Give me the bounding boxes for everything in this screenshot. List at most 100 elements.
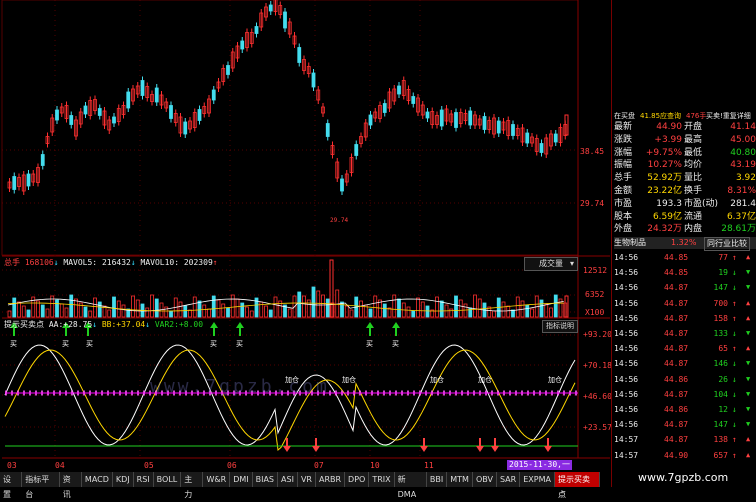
tab-16[interactable]: 新DMA bbox=[394, 472, 427, 499]
trade-price: 44.87 bbox=[664, 344, 689, 354]
volume-bar bbox=[188, 309, 192, 318]
quote-header-right[interactable]: 买卖!重复详细 bbox=[706, 111, 751, 122]
volume-bar bbox=[530, 308, 534, 318]
sector-row[interactable]: 生物制品 1.32% 同行业比较 bbox=[614, 237, 756, 251]
trade-volume: 65 bbox=[718, 344, 728, 354]
down-arrow-icon: ↓ bbox=[732, 268, 737, 278]
trade-flag: ▼ bbox=[746, 283, 751, 292]
tab-10[interactable]: BIAS bbox=[252, 472, 279, 487]
volume-bar bbox=[59, 303, 64, 318]
volume-bar bbox=[169, 310, 173, 318]
quote-label: 市盈(动) bbox=[684, 198, 719, 209]
tab-3[interactable]: MACD bbox=[81, 472, 113, 487]
tab-1[interactable]: 指标平台 bbox=[22, 472, 60, 499]
tab-17[interactable]: BBI bbox=[426, 472, 448, 487]
volume-bar bbox=[230, 294, 235, 318]
sector-compare-button[interactable]: 同行业比较 bbox=[704, 237, 750, 251]
quote-label: 振幅 bbox=[614, 160, 633, 171]
volume-bar bbox=[197, 300, 202, 318]
quote-header-left: 在买盘 bbox=[614, 112, 635, 120]
add-position-label: 加仓 bbox=[478, 376, 492, 384]
tab-2[interactable]: 资讯 bbox=[59, 472, 82, 499]
tab-9[interactable]: DMI bbox=[230, 472, 253, 487]
quote-header-vol: 476手 bbox=[686, 112, 707, 120]
tab-0[interactable]: 设置 bbox=[0, 472, 23, 499]
volume-bar bbox=[425, 305, 430, 318]
volume-bar bbox=[411, 310, 416, 318]
indicator-help-button[interactable]: 指标说明 bbox=[542, 320, 578, 333]
trade-time: 14:56 bbox=[614, 405, 639, 414]
candle-body bbox=[268, 4, 273, 12]
quote-row: 市盈 193.3 市盈(动) 281.4 bbox=[614, 199, 756, 210]
volume-bar bbox=[226, 307, 230, 318]
candle-body bbox=[340, 178, 344, 192]
quote-row: 股本 6.59亿 流通 6.37亿 bbox=[614, 212, 756, 223]
trade-time: 14:56 bbox=[614, 268, 639, 278]
trade-row: 14:56 44.87 158 ↑ ▲ bbox=[614, 313, 756, 324]
tab-14[interactable]: DPO bbox=[345, 472, 370, 487]
mavol5-value: 216432 bbox=[101, 258, 131, 267]
candle-body bbox=[40, 154, 45, 166]
volume-bar bbox=[349, 309, 354, 318]
add-position-label: 加仓 bbox=[285, 376, 299, 384]
sector-pct: 1.32% bbox=[671, 238, 697, 247]
trade-flag: ▼ bbox=[746, 405, 751, 413]
tab-18[interactable]: MTM bbox=[447, 472, 473, 487]
volume-bar bbox=[392, 294, 397, 318]
volume-bar bbox=[192, 296, 197, 318]
volume-bar bbox=[539, 299, 544, 318]
volume-bar bbox=[40, 304, 45, 318]
trade-volume: 19 bbox=[718, 268, 728, 278]
quote-value: +9.75% bbox=[645, 147, 682, 158]
candle-body bbox=[525, 132, 530, 144]
buy-signal-label: 买 bbox=[86, 340, 93, 348]
tab-4[interactable]: KDJ bbox=[112, 472, 134, 487]
volume-bar bbox=[93, 297, 97, 318]
tab-13[interactable]: ARBR bbox=[315, 472, 346, 487]
tab-22[interactable]: 提示买卖点 bbox=[554, 472, 601, 499]
chart-canvas[interactable] bbox=[0, 0, 610, 487]
tab-5[interactable]: RSI bbox=[133, 472, 154, 487]
date-label: 04 bbox=[55, 461, 65, 470]
volume-header: 总手 168106↓ MAVOL5: 216432↓ MAVOL10: 2023… bbox=[4, 258, 218, 268]
candle-body bbox=[354, 144, 359, 156]
trade-row: 14:56 44.87 104 ↓ ▼ bbox=[614, 389, 756, 400]
volume-bar bbox=[321, 294, 325, 318]
trade-time: 14:57 bbox=[614, 450, 639, 460]
indicator-dropdown[interactable]: 成交量 ▾ bbox=[524, 257, 578, 271]
quote-value: 40.80 bbox=[730, 147, 756, 158]
volume-bar bbox=[454, 295, 458, 318]
tab-15[interactable]: TRIX bbox=[369, 472, 395, 487]
candle-body bbox=[83, 105, 88, 115]
up-arrow-icon: ↑ bbox=[732, 253, 737, 262]
volume-total: 168106 bbox=[24, 258, 54, 267]
volume-bar bbox=[439, 300, 444, 318]
date-cursor-highlight: 2015-11-30,一 bbox=[507, 460, 572, 470]
volume-tick-2: 6352 bbox=[585, 290, 605, 299]
volume-bar bbox=[55, 299, 59, 318]
indicator-tick-1: +93.20 bbox=[583, 330, 612, 339]
tab-7[interactable]: 主力 bbox=[181, 472, 204, 499]
trade-time: 14:56 bbox=[614, 389, 639, 399]
trade-volume: 133 bbox=[713, 329, 728, 338]
volume-bar bbox=[473, 294, 477, 318]
tab-6[interactable]: BOLL bbox=[153, 472, 182, 487]
candle-body bbox=[553, 133, 558, 143]
kline-chart-area[interactable]: 38.45 29.74 29.74 总手 168106↓ MAVOL5: 216… bbox=[0, 0, 612, 499]
volume-bar bbox=[12, 297, 17, 318]
candle-body bbox=[511, 124, 515, 136]
down-arrow-icon: ↓ bbox=[732, 420, 737, 430]
indicator-tick-3: +46.60 bbox=[583, 392, 612, 401]
candle-body bbox=[26, 173, 31, 187]
trade-volume: 700 bbox=[713, 298, 728, 308]
tab-19[interactable]: OBV bbox=[472, 472, 497, 487]
add-position-label: 加仓 bbox=[342, 376, 356, 384]
tab-12[interactable]: VR bbox=[297, 472, 316, 487]
tab-20[interactable]: SAR bbox=[496, 472, 521, 487]
quote-value: 23.22亿 bbox=[647, 186, 682, 196]
candle-body bbox=[297, 47, 302, 63]
tab-11[interactable]: ASI bbox=[278, 472, 298, 487]
trade-time: 14:56 bbox=[614, 420, 639, 430]
tab-21[interactable]: EXPMA bbox=[520, 472, 555, 487]
tab-8[interactable]: W&R bbox=[203, 472, 231, 487]
